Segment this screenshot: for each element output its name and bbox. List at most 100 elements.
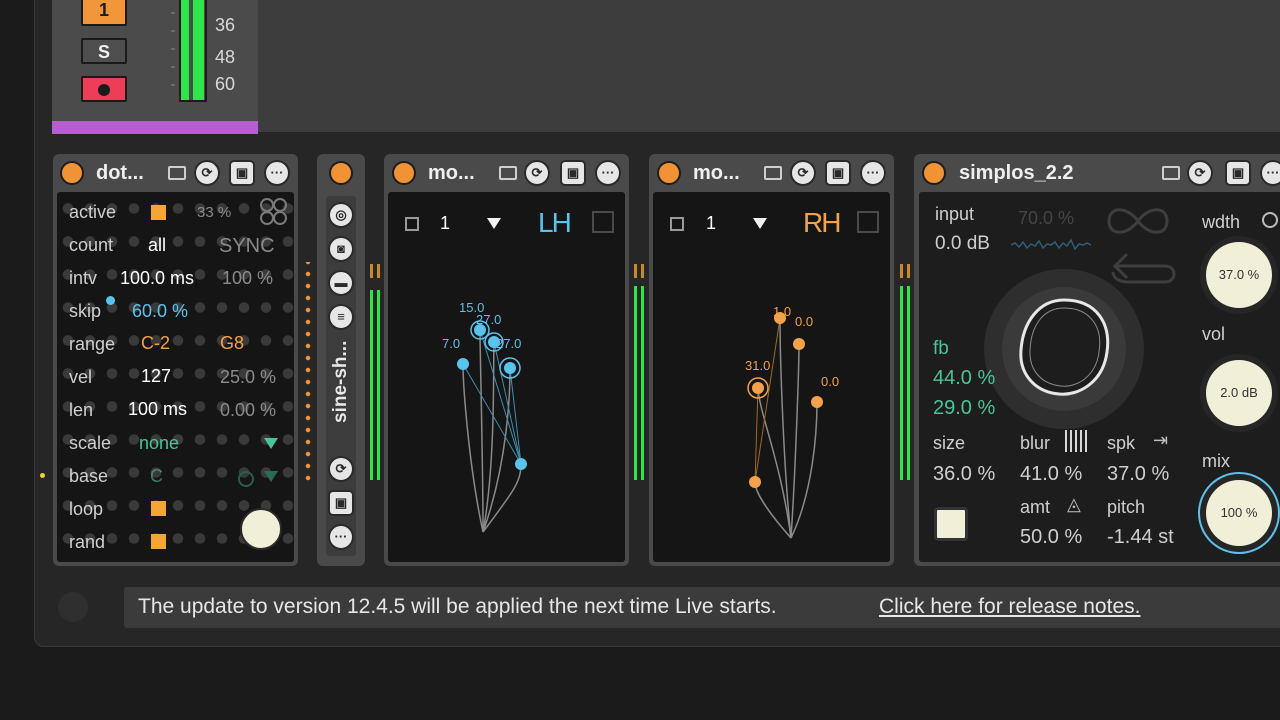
- solo-button[interactable]: S: [81, 38, 127, 64]
- vel-percent[interactable]: 25.0 %: [220, 367, 276, 388]
- device-mo-right: mo... ⟳ ▣ ··· 1 RH 1.0 0.0 31.0 0.0: [649, 154, 894, 566]
- list-icon[interactable]: ≡: [328, 304, 354, 330]
- hot-swap-icon[interactable]: ⟳: [524, 160, 550, 186]
- scale-dropdown-icon[interactable]: [264, 438, 278, 449]
- camera-icon[interactable]: ◙: [328, 236, 354, 262]
- finger-value-label: 1.0: [773, 304, 791, 319]
- device-dot: dot... ⟳ ▣ ··· active 33 % count all SYN…: [53, 154, 298, 566]
- device-title[interactable]: dot...: [96, 162, 144, 185]
- param-label-active: active: [69, 202, 117, 222]
- spk-icon: ⇥: [1153, 430, 1169, 450]
- finger-point[interactable]: [749, 476, 761, 488]
- more-options-icon[interactable]: ···: [328, 524, 354, 550]
- spiral-icon[interactable]: ◎: [328, 202, 354, 228]
- midi-map-icon[interactable]: [499, 166, 517, 180]
- more-options-icon[interactable]: ···: [1260, 160, 1280, 186]
- param-label-count: count: [69, 235, 114, 255]
- len-percent[interactable]: 0.00 %: [220, 400, 276, 421]
- finger-value-label: 0.0: [795, 314, 813, 329]
- blur-value[interactable]: 41.0 %: [1020, 463, 1082, 486]
- base-value[interactable]: C: [150, 466, 163, 487]
- input-value[interactable]: 0.0 dB: [935, 233, 990, 255]
- device-title[interactable]: simplos_2.2: [959, 162, 1074, 185]
- device-title[interactable]: mo...: [693, 162, 740, 185]
- freeze-button[interactable]: [934, 507, 968, 541]
- device-power-button[interactable]: [657, 161, 681, 185]
- device-title[interactable]: mo...: [428, 162, 475, 185]
- sync-label[interactable]: SYNC: [219, 235, 275, 258]
- infinity-icon[interactable]: [1105, 204, 1171, 238]
- input-label: input: [935, 204, 975, 224]
- save-preset-icon[interactable]: ▣: [825, 160, 851, 186]
- track-activator-button[interactable]: 1: [81, 0, 127, 26]
- save-preset-icon[interactable]: ▣: [560, 160, 586, 186]
- count-value[interactable]: all: [148, 235, 166, 256]
- active-toggle[interactable]: [151, 205, 166, 220]
- scale-value[interactable]: none: [139, 433, 179, 454]
- hot-swap-icon[interactable]: ⟳: [194, 160, 220, 186]
- rand-toggle[interactable]: [151, 534, 166, 549]
- hot-swap-icon[interactable]: ⟳: [1187, 160, 1213, 186]
- finger-point[interactable]: [793, 338, 805, 350]
- track-color-bar: [52, 121, 258, 134]
- more-options-icon[interactable]: ···: [860, 160, 886, 186]
- finger-point[interactable]: [811, 396, 823, 408]
- fb-value-2[interactable]: 29.0 %: [933, 397, 995, 420]
- skip-value[interactable]: 60.0 %: [132, 301, 188, 322]
- save-preset-icon[interactable]: ▣: [1225, 160, 1251, 186]
- minus-icon[interactable]: ▬: [328, 270, 354, 296]
- hot-swap-icon[interactable]: ⟳: [790, 160, 816, 186]
- hot-swap-icon[interactable]: ⟳: [328, 456, 354, 482]
- param-label-vel: vel: [69, 367, 93, 387]
- finger-point[interactable]: [515, 458, 527, 470]
- more-options-icon[interactable]: ···: [595, 160, 621, 186]
- base-radio-icon[interactable]: [238, 471, 254, 487]
- wdth-knob[interactable]: 37.0 %: [1206, 242, 1272, 308]
- range-low-value[interactable]: C-2: [141, 333, 170, 354]
- len-value[interactable]: 100 ms: [128, 399, 187, 420]
- vol-knob[interactable]: 2.0 dB: [1206, 360, 1272, 426]
- arm-button[interactable]: [81, 76, 127, 102]
- loop-toggle[interactable]: [151, 501, 166, 516]
- range-high-value[interactable]: G8: [220, 333, 244, 354]
- finger-point[interactable]: [457, 358, 469, 370]
- mix-knob[interactable]: 100 %: [1206, 480, 1272, 546]
- midi-map-icon[interactable]: [168, 166, 186, 180]
- more-options-icon[interactable]: ···: [264, 160, 290, 186]
- intv-value[interactable]: 100.0 ms: [120, 268, 194, 289]
- meter-tick: [171, 84, 175, 86]
- info-icon[interactable]: [58, 592, 88, 622]
- base-dropdown-icon[interactable]: [264, 471, 278, 482]
- vel-value[interactable]: 127: [141, 366, 171, 387]
- intv-percent[interactable]: 100 %: [222, 268, 273, 289]
- finger-graph[interactable]: 15.0 27.0 7.0 27.0: [388, 192, 625, 562]
- trigger-button[interactable]: [240, 508, 282, 550]
- meter-scale-label: 36: [215, 15, 236, 35]
- device-power-button[interactable]: [329, 161, 353, 185]
- size-value[interactable]: 36.0 %: [933, 463, 995, 486]
- finger-graph[interactable]: 1.0 0.0 31.0 0.0: [653, 192, 890, 562]
- device-title[interactable]: sine-sh...: [330, 341, 352, 423]
- blur-icon: [1065, 430, 1089, 452]
- device-power-button[interactable]: [60, 161, 84, 185]
- save-preset-icon[interactable]: ▣: [229, 160, 255, 186]
- spk-value[interactable]: 37.0 %: [1107, 463, 1169, 486]
- device-power-button[interactable]: [392, 161, 416, 185]
- midi-map-icon[interactable]: [1162, 166, 1180, 180]
- release-notes-link[interactable]: Click here for release notes.: [879, 595, 1140, 619]
- finger-value-label: 27.0: [476, 312, 501, 327]
- meter-tick: [171, 12, 175, 14]
- amt-value[interactable]: 50.0 %: [1020, 526, 1082, 549]
- device-power-button[interactable]: [922, 161, 946, 185]
- feedback-shape-display[interactable]: [979, 264, 1149, 434]
- param-label-rand: rand: [69, 532, 106, 552]
- dim-percent[interactable]: 70.0 %: [1018, 208, 1074, 229]
- finger-point[interactable]: [504, 362, 516, 374]
- pitch-value[interactable]: -1.44 st: [1107, 526, 1174, 549]
- finger-point[interactable]: [752, 382, 764, 394]
- midi-map-icon[interactable]: [764, 166, 782, 180]
- meter-scale-label: 48: [215, 47, 236, 67]
- save-preset-icon[interactable]: ▣: [328, 490, 354, 516]
- fb-value-1[interactable]: 44.0 %: [933, 367, 995, 390]
- pattern-grid-icon[interactable]: [260, 198, 287, 225]
